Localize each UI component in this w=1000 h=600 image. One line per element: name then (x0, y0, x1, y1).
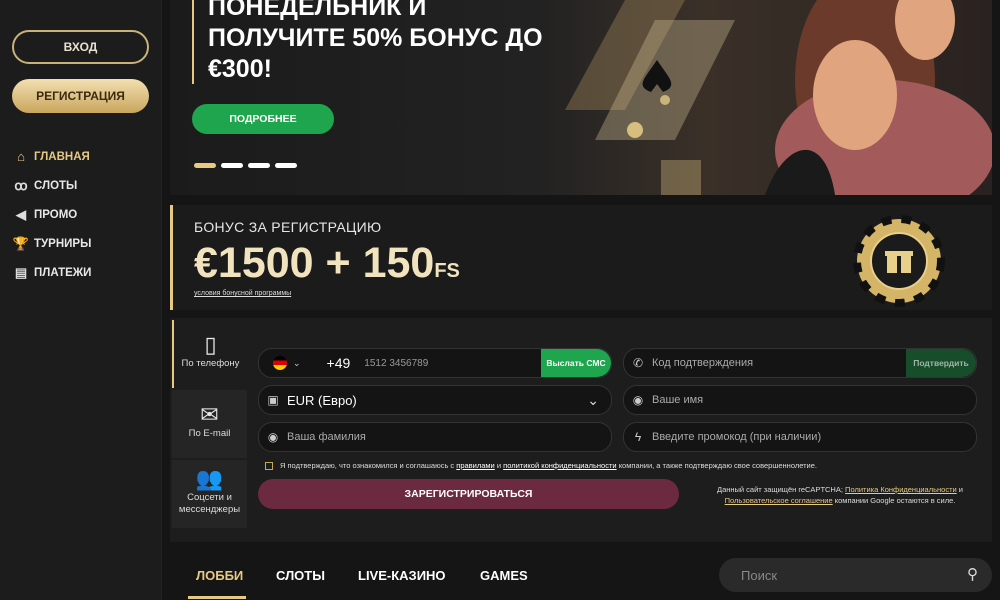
sidebar-item-home[interactable]: ⌂ ГЛАВНАЯ (12, 142, 91, 171)
tab-email[interactable]: ✉ По E-mail (172, 390, 247, 458)
hero-banner[interactable]: ПОНЕДЕЛЬНИК И ПОЛУЧИТЕ 50% БОНУС ДО €300… (170, 0, 992, 195)
search-box[interactable]: Поиск ⚲ (719, 558, 992, 592)
sidebar-item-tournaments[interactable]: 🏆 ТУРНИРЫ (12, 229, 91, 258)
envelope-icon: ✉ (200, 401, 219, 427)
wallet-icon: ▤ (14, 264, 28, 280)
sidebar-item-slots[interactable]: ꝏ СЛОТЫ (12, 171, 91, 200)
lobby-nav: ЛОББИ СЛОТЫ LIVE-КАЗИНО GAMES Поиск ⚲ (170, 548, 992, 600)
user-icon: ◉ (267, 430, 279, 444)
captcha-privacy-link[interactable]: Политика Конфиденциальности (845, 485, 957, 494)
chevron-down-icon[interactable]: ⌄ (587, 392, 599, 409)
banknote-icon: ▣ (267, 393, 279, 407)
germany-flag-icon[interactable] (273, 356, 287, 370)
rules-link[interactable]: правилами (456, 461, 494, 470)
more-button[interactable]: ПОДРОБНЕЕ (192, 104, 334, 134)
tab-label: Соцсети и мессенджеры (178, 491, 241, 515)
chevron-down-icon[interactable]: ⌄ (293, 358, 301, 369)
tab-label: По телефону (181, 357, 240, 369)
phone-country-code: +49 (326, 355, 351, 371)
bonus-title: БОНУС ЗА РЕГИСТРАЦИЮ (194, 219, 382, 235)
sidebar-item-label: ГЛАВНАЯ (34, 150, 90, 163)
agree-text: Я подтверждаю, что ознакомился и соглаша… (280, 461, 455, 470)
sidebar: ВХОД РЕГИСТРАЦИЯ ⌂ ГЛАВНАЯ ꝏ СЛОТЫ ◀ ПРО… (0, 0, 162, 600)
phone-handset-icon: ✆ (632, 356, 644, 370)
bonus-terms-link[interactable]: условия бонусной программы (194, 290, 291, 297)
registration-form: ▯ По телефону ✉ По E-mail 👥 Соцсети и ме… (170, 318, 992, 542)
megaphone-icon: ◀ (16, 206, 26, 222)
sidebar-item-label: ПЛАТЕЖИ (34, 266, 92, 279)
tab-live-casino[interactable]: LIVE-КАЗИНО (358, 568, 446, 583)
slide-dot[interactable] (275, 163, 297, 168)
sidebar-item-label: ПРОМО (34, 208, 78, 221)
first-name-input[interactable]: Ваше имя (652, 394, 703, 406)
active-tab-indicator (188, 596, 246, 599)
verification-code-input[interactable]: Код подтверждения (652, 357, 753, 369)
currency-value: EUR (Евро) (287, 392, 357, 408)
trophy-icon: 🏆 (12, 235, 30, 251)
cherries-icon: ꝏ (14, 177, 28, 193)
slider-dots (194, 163, 297, 168)
tab-phone[interactable]: ▯ По телефону (172, 320, 247, 388)
sidebar-item-label: ТУРНИРЫ (34, 237, 92, 250)
captcha-and: и (958, 485, 963, 494)
people-icon: 👥 (195, 465, 224, 491)
register-submit-button[interactable]: ЗАРЕГИСТРИРОВАТЬСЯ (258, 479, 679, 509)
tab-label: По E-mail (188, 427, 231, 439)
verification-code-field[interactable]: ✆ Код подтверждения Подтвердить (623, 348, 977, 378)
tab-games[interactable]: GAMES (480, 568, 528, 583)
agree-text-end: компании, а также подтверждаю свое совер… (618, 461, 818, 470)
verify-button[interactable]: Подтвердить (906, 349, 976, 377)
registration-bonus-panel: БОНУС ЗА РЕГИСТРАЦИЮ €1500 + 150FS услов… (170, 205, 992, 310)
sidebar-item-payments[interactable]: ▤ ПЛАТЕЖИ (12, 258, 92, 287)
slide-dot[interactable] (221, 163, 243, 168)
captcha-text-end: компании Google остаются в силе. (834, 496, 956, 505)
main-content: ПОНЕДЕЛЬНИК И ПОЛУЧИТЕ 50% БОНУС ДО €300… (170, 0, 992, 600)
sidebar-nav: ⌂ ГЛАВНАЯ ꝏ СЛОТЫ ◀ ПРОМО 🏆 ТУРНИРЫ ▤ ПЛ… (12, 142, 92, 287)
hero-illustration (565, 0, 992, 195)
send-sms-button[interactable]: Выслать СМС (541, 349, 611, 377)
terms-agreement: Я подтверждаю, что ознакомился и соглаша… (265, 461, 817, 470)
privacy-policy-link[interactable]: политикой конфиденциальности (503, 461, 616, 470)
slide-dot[interactable] (248, 163, 270, 168)
sidebar-item-label: СЛОТЫ (34, 179, 78, 192)
phone-input[interactable]: 1512 3456789 (364, 358, 428, 369)
promo-code-field[interactable]: ϟ Введите промокод (при наличии) (623, 422, 977, 452)
tab-social[interactable]: 👥 Соцсети и мессенджеры (172, 460, 247, 528)
captcha-text: Данный сайт защищён reCAPTCHA; (716, 485, 843, 494)
user-icon: ◉ (632, 393, 644, 407)
last-name-field[interactable]: ◉ Ваша фамилия (258, 422, 612, 452)
promo-code-input[interactable]: Введите промокод (при наличии) (652, 431, 821, 443)
register-button[interactable]: РЕГИСТРАЦИЯ (12, 79, 149, 113)
last-name-input[interactable]: Ваша фамилия (287, 431, 366, 443)
lightning-icon: ϟ (634, 430, 642, 444)
gift-chip-icon (853, 215, 945, 307)
search-icon[interactable]: ⚲ (967, 565, 978, 583)
agree-and: и (496, 461, 502, 470)
captcha-terms-link[interactable]: Пользовательское соглашение (725, 496, 833, 505)
bonus-amount: €1500 + 150FS (194, 239, 460, 287)
registration-method-tabs: ▯ По телефону ✉ По E-mail 👥 Соцсети и ме… (172, 320, 247, 530)
hero-headline: ПОНЕДЕЛЬНИК И ПОЛУЧИТЕ 50% БОНУС ДО €300… (192, 0, 552, 84)
tab-lobby[interactable]: ЛОББИ (196, 568, 243, 583)
sidebar-item-promo[interactable]: ◀ ПРОМО (12, 200, 91, 229)
home-icon: ⌂ (17, 149, 25, 164)
agree-checkbox[interactable] (265, 461, 273, 470)
search-input[interactable]: Поиск (741, 568, 777, 583)
currency-select[interactable]: ▣ EUR (Евро) ⌄ (258, 385, 612, 415)
slide-dot[interactable] (194, 163, 216, 168)
bonus-suffix: FS (434, 260, 460, 282)
login-button[interactable]: ВХОД (12, 30, 149, 64)
tab-slots[interactable]: СЛОТЫ (276, 568, 325, 583)
recaptcha-notice: Данный сайт защищён reCAPTCHA; Политика … (700, 484, 980, 506)
phone-icon: ▯ (204, 331, 217, 357)
first-name-field[interactable]: ◉ Ваше имя (623, 385, 977, 415)
phone-field[interactable]: ⌄ +49 1512 3456789 Выслать СМС (258, 348, 612, 378)
